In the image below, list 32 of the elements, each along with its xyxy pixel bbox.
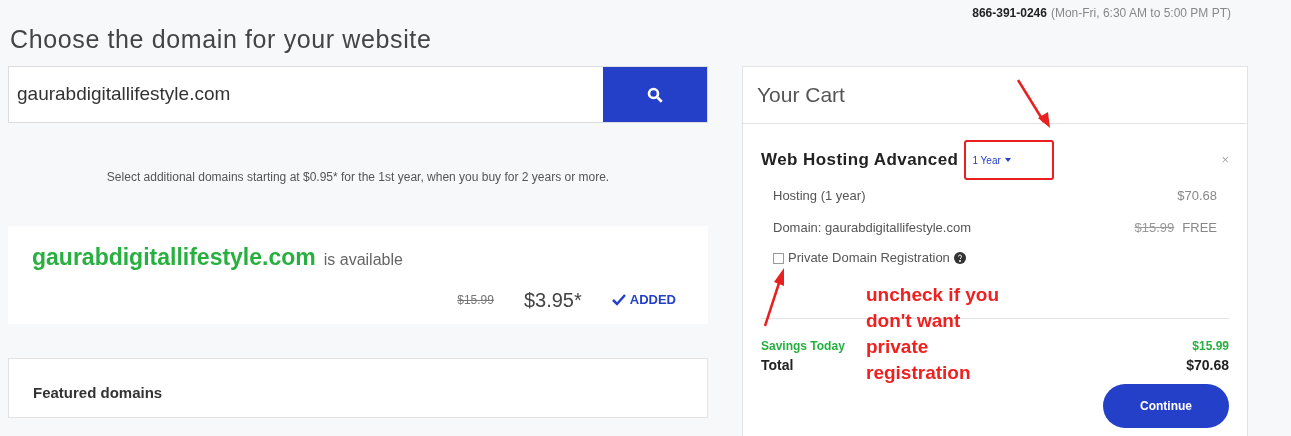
cart-line-label: Hosting (1 year) (773, 187, 866, 206)
featured-domains-heading: Featured domains (33, 384, 163, 401)
availability-text: is available (323, 250, 403, 270)
total-value: $70.68 (1186, 356, 1229, 375)
savings-label: Savings Today (761, 338, 845, 355)
added-button[interactable]: ADDED (611, 289, 676, 310)
page-title: Choose the domain for your website (9, 24, 433, 55)
old-price: $15.99 (457, 291, 494, 309)
domain-name: gaurabdigitallifestyle.com (32, 243, 316, 272)
phone-number: 866-391-0246 (972, 5, 1047, 22)
promo-text: Select additional domains starting at $0.95* for the 1st year, when you buy for 2 years or more. (105, 169, 611, 186)
caret-icon (1004, 158, 1011, 162)
cart-line-label: Domain: gaurabdigitallifestyle.com (773, 219, 971, 238)
cart-line-price: FREE (1182, 219, 1217, 238)
privacy-checkbox[interactable] (773, 252, 784, 264)
savings-value: $15.99 (1192, 338, 1229, 355)
search-icon (646, 85, 664, 104)
total-label: Total (761, 356, 794, 375)
privacy-label: Private Domain Registration (788, 249, 950, 268)
annotation-text: uncheck if you don't want private registration (866, 283, 1001, 385)
support-hours: (Mon-Fri, 6:30 AM to 5:00 PM PT) (1050, 5, 1231, 22)
domain-search-field[interactable]: gaurabdigitallifestyle.com (8, 66, 708, 123)
domain-price: $3.95* (523, 287, 582, 313)
term-dropdown[interactable]: 1 Year (964, 140, 1055, 180)
cart-line-old-price: $15.99 (1134, 219, 1175, 238)
help-icon (953, 252, 966, 264)
cart-title: Your Cart (757, 82, 845, 109)
cart-line-price: $70.68 (1177, 187, 1217, 206)
product-name: Web Hosting Advanced (761, 149, 959, 172)
search-input[interactable]: gaurabdigitallifestyle.com (9, 67, 603, 122)
continue-button[interactable]: Continue (1103, 384, 1229, 428)
check-icon (611, 293, 626, 306)
